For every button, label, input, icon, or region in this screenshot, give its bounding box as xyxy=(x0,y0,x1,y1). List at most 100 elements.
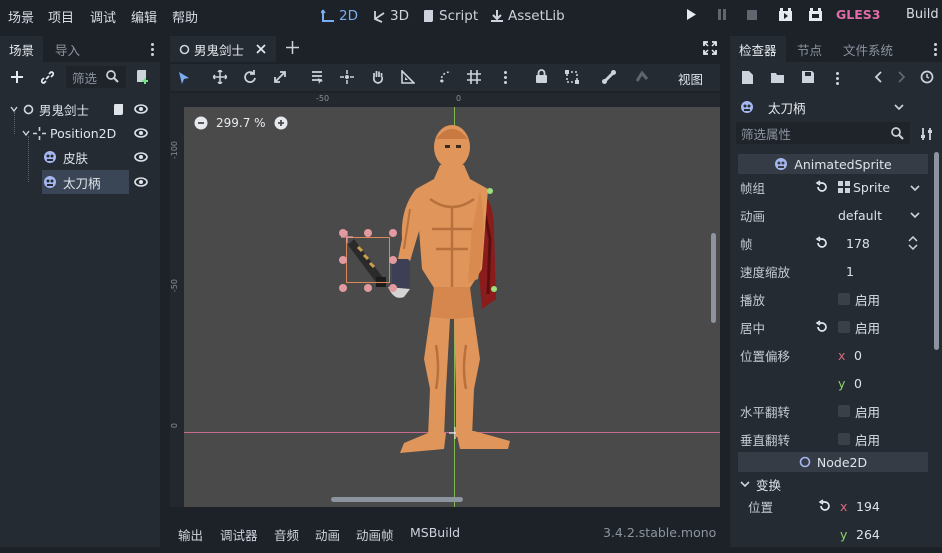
position-y-input[interactable]: 264 xyxy=(856,527,880,542)
tree-node-position2d[interactable]: Position2D xyxy=(0,122,156,144)
save-icon[interactable] xyxy=(801,70,815,84)
section-node2d[interactable]: Node2D xyxy=(738,452,928,472)
revert-icon[interactable] xyxy=(818,499,832,513)
tools-icon[interactable] xyxy=(920,127,934,141)
menu-edit[interactable]: 编辑 xyxy=(131,7,157,26)
selection-handle[interactable] xyxy=(389,284,397,292)
bone-icon[interactable] xyxy=(602,69,616,84)
centered-checkbox[interactable] xyxy=(838,321,850,333)
inspector-dock-menu-icon[interactable] xyxy=(934,48,937,51)
selection-handle[interactable] xyxy=(339,256,347,264)
tree-node-sword-handle[interactable]: 太刀柄 xyxy=(0,171,156,193)
tab-filesystem[interactable]: 文件系统 xyxy=(834,36,902,62)
ik-chain-icon[interactable] xyxy=(635,69,649,84)
view-menu-button[interactable]: 视图 xyxy=(678,69,703,88)
bottom-tab-spriteframes[interactable]: 动画帧 xyxy=(356,525,394,544)
scale-tool-icon[interactable] xyxy=(273,70,287,84)
selection-handle[interactable] xyxy=(364,229,372,237)
add-node-icon[interactable] xyxy=(10,70,24,84)
selection-handle[interactable] xyxy=(389,256,397,264)
tab-inspector[interactable]: 检查器 xyxy=(730,36,786,62)
inspector-node-selector[interactable]: 太刀柄 xyxy=(736,95,932,119)
visibility-eye-icon[interactable] xyxy=(134,152,148,162)
history-forward-icon[interactable] xyxy=(898,71,906,83)
ruler-horizontal[interactable]: -50 0 xyxy=(170,93,720,107)
rotate-tool-icon[interactable] xyxy=(243,70,257,84)
flip-h-checkbox[interactable] xyxy=(838,405,850,417)
resource-menu-icon[interactable] xyxy=(836,77,839,80)
vertical-scrollbar[interactable] xyxy=(711,233,716,323)
tree-node-root[interactable]: 男鬼剑士 xyxy=(0,98,156,120)
workspace-3d-button[interactable]: 3D xyxy=(372,6,409,26)
menu-help[interactable]: 帮助 xyxy=(172,7,198,26)
instance-script-icon[interactable] xyxy=(135,69,150,85)
workspace-script-button[interactable]: Script xyxy=(422,6,478,26)
workspace-assetlib-button[interactable]: AssetLib xyxy=(490,6,565,26)
renderer-selector[interactable]: GLES3 xyxy=(836,7,880,22)
snap-options-icon[interactable] xyxy=(504,76,507,79)
bottom-tab-debugger[interactable]: 调试器 xyxy=(220,525,258,544)
flip-v-checkbox[interactable] xyxy=(838,433,850,445)
script-icon[interactable] xyxy=(112,103,125,116)
tree-node-skin[interactable]: 皮肤 xyxy=(0,146,156,168)
distraction-free-icon[interactable] xyxy=(703,41,717,55)
pause-icon[interactable] xyxy=(717,8,727,21)
stop-icon[interactable] xyxy=(746,8,758,21)
transform-group[interactable]: 变换 xyxy=(740,474,930,494)
tab-scene[interactable]: 场景 xyxy=(0,36,44,62)
scene-dock-menu-icon[interactable] xyxy=(151,48,154,51)
menu-scene[interactable]: 场景 xyxy=(8,7,34,26)
offset-x-input[interactable]: 0 xyxy=(854,348,862,363)
selection-handle[interactable] xyxy=(339,284,347,292)
open-folder-icon[interactable] xyxy=(770,71,785,84)
play-scene-icon[interactable] xyxy=(778,8,793,22)
spinbox-arrows-icon[interactable] xyxy=(908,236,918,250)
menu-project[interactable]: 项目 xyxy=(48,7,74,26)
bottom-tab-msbuild[interactable]: MSBuild xyxy=(410,525,460,540)
zoom-in-icon[interactable] xyxy=(274,116,288,130)
snap-icon[interactable] xyxy=(439,70,453,84)
horizontal-scrollbar[interactable] xyxy=(331,497,463,502)
bottom-tab-output[interactable]: 输出 xyxy=(178,525,203,544)
revert-icon[interactable] xyxy=(815,180,829,194)
visibility-eye-icon[interactable] xyxy=(134,177,148,187)
close-icon[interactable] xyxy=(256,44,266,54)
ruler-vertical[interactable]: -100 -50 0 xyxy=(170,93,184,507)
chevron-down-icon[interactable] xyxy=(910,211,920,219)
visibility-eye-icon[interactable] xyxy=(134,104,148,114)
bottom-tab-animation[interactable]: 动画 xyxy=(315,525,340,544)
move-tool-icon[interactable] xyxy=(213,70,227,84)
link-icon[interactable] xyxy=(40,70,55,85)
frames-resource-picker[interactable]: Sprite xyxy=(838,176,928,198)
bottom-tab-audio[interactable]: 音频 xyxy=(274,525,299,544)
select-tool-icon[interactable] xyxy=(178,71,190,85)
canvas-viewport[interactable]: 299.7 % xyxy=(170,93,720,507)
scene-tab[interactable]: 男鬼剑士 xyxy=(170,36,276,62)
tab-node[interactable]: 节点 xyxy=(788,36,831,62)
frame-spinbox[interactable]: 178 xyxy=(846,236,870,251)
visibility-eye-icon[interactable] xyxy=(134,128,148,138)
play-custom-scene-icon[interactable] xyxy=(808,8,823,22)
revert-icon[interactable] xyxy=(815,236,829,250)
pivot-tool-icon[interactable] xyxy=(340,70,354,84)
offset-y-input[interactable]: 0 xyxy=(854,376,862,391)
playing-checkbox[interactable] xyxy=(838,293,850,305)
tab-import[interactable]: 导入 xyxy=(46,36,89,62)
property-filter-input[interactable]: 筛选属性 xyxy=(736,122,910,144)
lock-icon[interactable] xyxy=(535,69,548,84)
group-icon[interactable] xyxy=(565,70,579,84)
history-icon[interactable] xyxy=(920,70,934,84)
workspace-2d-button[interactable]: 2D xyxy=(321,6,358,26)
pan-tool-icon[interactable] xyxy=(371,69,385,84)
scene-filter-input[interactable]: 筛选 xyxy=(66,66,126,88)
new-scene-tab-icon[interactable] xyxy=(286,41,299,54)
ruler-tool-icon[interactable] xyxy=(401,70,415,84)
new-resource-icon[interactable] xyxy=(741,70,754,85)
revert-icon[interactable] xyxy=(815,320,829,334)
history-back-icon[interactable] xyxy=(874,71,882,83)
speed-scale-input[interactable]: 1 xyxy=(846,264,854,279)
position-x-input[interactable]: 194 xyxy=(856,499,880,514)
animation-select[interactable]: default xyxy=(838,208,882,223)
zoom-out-icon[interactable] xyxy=(194,116,208,130)
section-animatedsprite[interactable]: AnimatedSprite xyxy=(738,154,928,174)
